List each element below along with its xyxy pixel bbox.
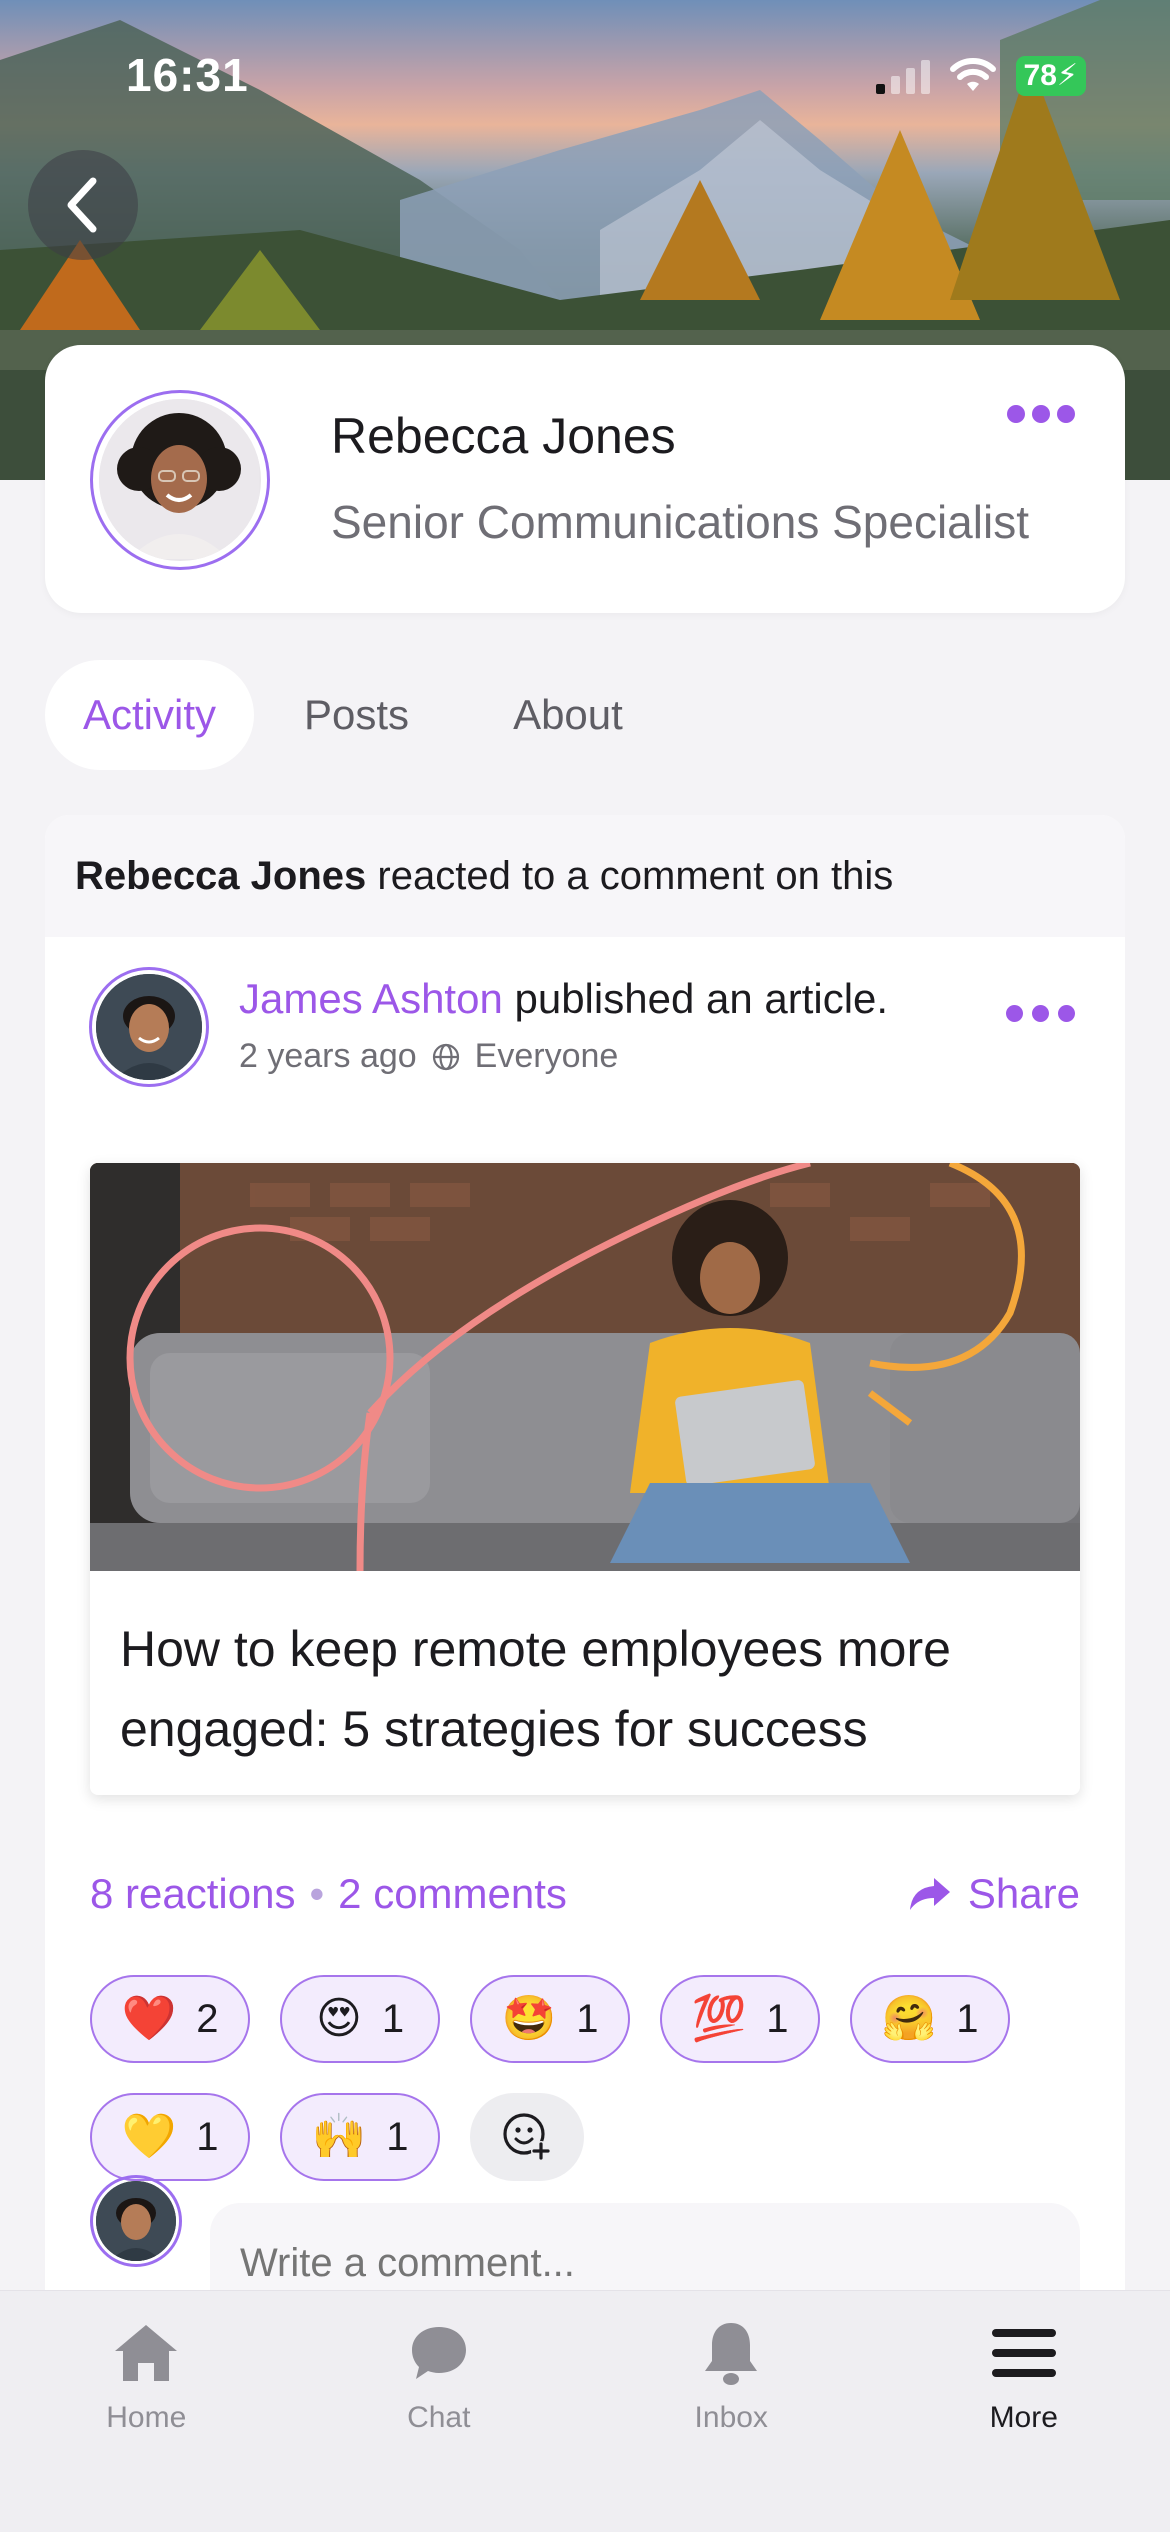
back-button[interactable] — [28, 150, 138, 260]
more-dot-icon — [1032, 405, 1050, 423]
tab-posts[interactable]: Posts — [284, 660, 429, 770]
status-time: 16:31 — [126, 49, 249, 101]
avatar-photo — [96, 974, 202, 1080]
battery-icon: 78⚡ — [1015, 56, 1086, 96]
more-dot-icon — [1007, 405, 1025, 423]
reaction-count: 1 — [381, 1996, 405, 2041]
reaction-count: 1 — [766, 1996, 789, 2041]
menu-icon — [991, 2329, 1056, 2377]
reaction-chip-raised-hands[interactable]: 🙌 1 — [280, 2093, 440, 2181]
add-reaction-button[interactable] — [470, 2093, 584, 2181]
share-button[interactable]: Share — [908, 1870, 1080, 1918]
share-label: Share — [967, 1870, 1080, 1917]
profile-name: Rebecca Jones — [331, 408, 676, 464]
wifi-icon — [949, 58, 996, 91]
comments-count[interactable]: 2 comments — [338, 1870, 567, 1918]
raised-hands-emoji-icon: 🙌 — [311, 2112, 367, 2161]
reactions-list: ❤️ 2 😍 1 🤩 1 💯 1 🤗 1 💛 1 🙌 1 — [90, 1975, 1080, 2211]
post-meta: 2 years ago Everyone — [239, 1037, 618, 1076]
activity-card: Rebecca Jones reacted to a comment on th… — [45, 815, 1125, 2335]
more-dot-icon — [1032, 1005, 1049, 1022]
post-title-line: James Ashton published an article. — [239, 975, 888, 1023]
share-arrow-icon — [909, 1878, 950, 1910]
reaction-count: 1 — [956, 1996, 979, 2041]
status-icons: 78⚡ — [875, 56, 1086, 96]
red-heart-emoji-icon: ❤️ — [121, 1994, 177, 2043]
chat-icon — [411, 2327, 466, 2379]
post-author-link[interactable]: James Ashton — [239, 975, 503, 1022]
profile-more-button[interactable] — [1007, 405, 1075, 423]
reaction-chip-yellow-heart[interactable]: 💛 1 — [90, 2093, 250, 2181]
activity-header: Rebecca Jones reacted to a comment on th… — [45, 815, 1125, 937]
reaction-count: 1 — [576, 1996, 599, 2041]
post-action: published an article. — [514, 975, 889, 1022]
article-card[interactable]: How to keep remote employees more engage… — [90, 1163, 1080, 1795]
activity-actor[interactable]: Rebecca Jones — [75, 854, 366, 898]
profile-card: Rebecca Jones Senior Communications Spec… — [45, 345, 1125, 613]
nav-home-label: Home — [106, 2401, 187, 2434]
hundred-emoji-icon: 💯 — [691, 1994, 747, 2043]
bottom-nav-bar: Home Chat Inbox More — [0, 2290, 1170, 2532]
profile-avatar[interactable] — [90, 390, 270, 570]
reaction-count: 2 — [196, 1996, 219, 2041]
more-dot-icon — [1057, 405, 1075, 423]
more-dot-icon — [1058, 1005, 1075, 1022]
reaction-chip-heart-eyes[interactable]: 😍 1 — [280, 1975, 440, 2063]
nav-chat-label: Chat — [407, 2401, 471, 2434]
post-more-button[interactable] — [1006, 1005, 1075, 1022]
reaction-chip-heart[interactable]: ❤️ 2 — [90, 1975, 250, 2063]
profile-job-title: Senior Communications Specialist — [331, 496, 1029, 548]
reaction-count: 1 — [196, 2114, 219, 2159]
reaction-chip-star-struck[interactable]: 🤩 1 — [470, 1975, 630, 2063]
home-icon — [115, 2325, 178, 2381]
yellow-heart-emoji-icon: 💛 — [121, 2112, 177, 2161]
status-bar: 16:31 78⚡ — [0, 0, 1170, 150]
article-image — [90, 1163, 1080, 1571]
signal-icon — [875, 58, 930, 94]
more-dot-icon — [1006, 1005, 1023, 1022]
nav-inbox[interactable]: Inbox — [585, 2291, 878, 2532]
reaction-chip-hundred[interactable]: 💯 1 — [660, 1975, 820, 2063]
nav-inbox-label: Inbox — [694, 2401, 768, 2434]
post-author-avatar[interactable] — [89, 967, 209, 1087]
activity-action: reacted to a comment on this — [377, 854, 894, 898]
woman-on-sofa-image — [90, 1163, 1080, 1571]
reaction-chip-hug[interactable]: 🤗 1 — [850, 1975, 1010, 2063]
article-title: How to keep remote employees more engage… — [120, 1621, 951, 1757]
nav-more-label: More — [989, 2401, 1058, 2434]
nav-home[interactable]: Home — [0, 2291, 293, 2532]
post-time: 2 years ago — [239, 1037, 417, 1075]
reactions-count[interactable]: 8 reactions — [90, 1870, 295, 1918]
battery-level: 78 — [1023, 59, 1057, 92]
post-stats: 8 reactions • 2 comments Share — [90, 1870, 1080, 1918]
reaction-count: 1 — [386, 2114, 409, 2159]
tab-about[interactable]: About — [493, 660, 643, 770]
bell-icon — [705, 2323, 758, 2385]
tab-activity[interactable]: Activity — [45, 660, 255, 770]
current-user-avatar — [90, 2175, 182, 2267]
heart-eyes-emoji-icon: 😍 — [315, 1994, 362, 2043]
hugging-face-emoji-icon: 🤗 — [881, 1994, 937, 2043]
avatar-photo — [99, 399, 259, 559]
star-struck-emoji-icon: 🤩 — [501, 1994, 557, 2043]
add-reaction-icon — [503, 2113, 551, 2161]
post-audience: Everyone — [474, 1037, 619, 1075]
profile-tabs: Activity Posts About — [45, 660, 707, 770]
globe-icon — [432, 1043, 459, 1070]
avatar-photo — [96, 2181, 176, 2261]
stats-separator: • — [309, 1870, 325, 1917]
nav-more[interactable]: More — [878, 2291, 1170, 2532]
nav-chat[interactable]: Chat — [293, 2291, 586, 2532]
chevron-left-icon — [67, 177, 97, 233]
